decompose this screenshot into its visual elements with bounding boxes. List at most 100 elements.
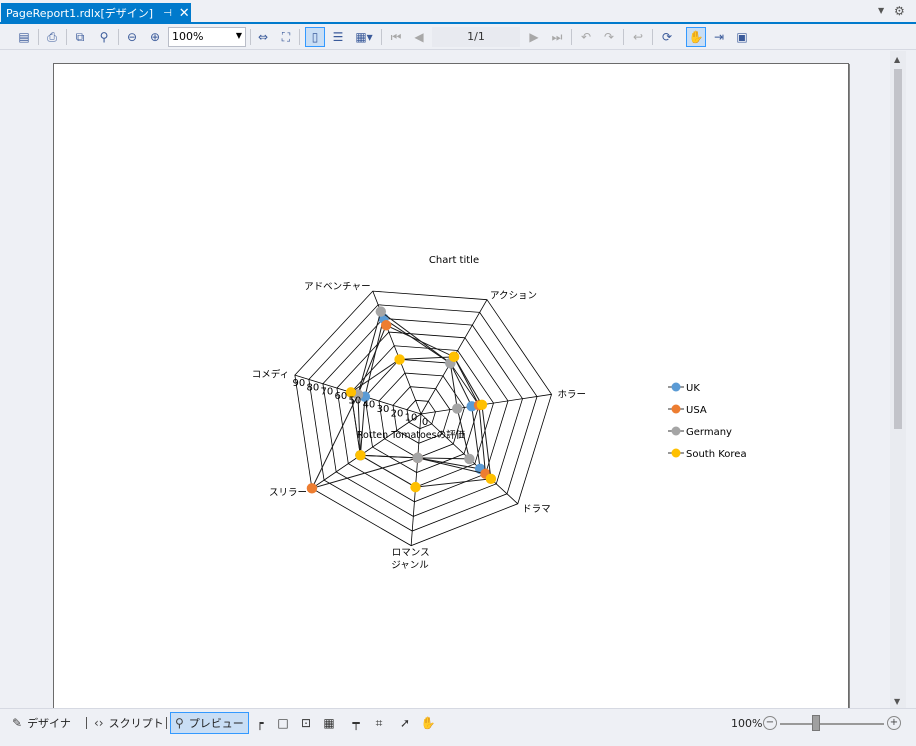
legend-label: USA	[686, 405, 707, 416]
zoom-value: 100%	[172, 30, 204, 43]
x-axis-title: ジャンル	[391, 560, 429, 571]
tab-separator	[86, 717, 87, 729]
zoom-out-icon[interactable]: ⊖	[122, 27, 142, 47]
pan-hand-icon[interactable]: ✋	[686, 27, 706, 47]
series-point	[452, 403, 463, 414]
document-tab[interactable]: PageReport1.rdlx[デザイン] ⊣ ✕	[1, 3, 191, 23]
scroll-up-icon[interactable]: ▲	[894, 55, 900, 64]
fit-page-icon[interactable]: ⛶	[276, 27, 296, 47]
forward-icon[interactable]: ↷	[599, 27, 619, 47]
script-tab[interactable]: ‹› スクリプト	[90, 712, 168, 734]
pencil-icon: ✎	[12, 716, 23, 730]
zoom-in-icon[interactable]: ⊕	[145, 27, 165, 47]
return-to-parent-icon[interactable]: ↩	[628, 27, 648, 47]
legend-label: Germany	[686, 427, 732, 438]
legend-label: South Korea	[686, 449, 747, 460]
toolbar-separator	[299, 29, 300, 45]
legend-label: UK	[686, 383, 700, 394]
scrollbar-thumb[interactable]	[894, 69, 902, 429]
pointer-icon[interactable]: ➚	[395, 713, 415, 733]
previous-page-icon[interactable]: ◀	[409, 27, 429, 47]
category-label: スリラー	[269, 488, 307, 499]
document-tab-strip: PageReport1.rdlx[デザイン] ⊣ ✕ ▼ ⚙	[0, 0, 916, 24]
radial-tick-label: 10	[405, 413, 418, 424]
radar-chart: Chart title 90 80 70 60 50 40 30 20 10 0 アクション ホラード…	[54, 64, 848, 722]
script-tab-label: スクリプト	[108, 717, 164, 730]
radial-tick-label: 30	[377, 404, 390, 415]
radial-tick-label: 60	[335, 391, 348, 402]
preview-area[interactable]: Chart title 90 80 70 60 50 40 30 20 10 0 アクション ホラード…	[0, 51, 890, 723]
radar-chart-svg: Chart title 90 80 70 60 50 40 30 20 10 0 アクションホラード…	[252, 255, 747, 571]
back-icon[interactable]: ↶	[576, 27, 596, 47]
radial-tick-label: 90	[292, 378, 305, 389]
close-icon[interactable]: ✕	[179, 6, 190, 21]
y-axis-title: Rotten Tomatoesの評価	[357, 429, 466, 441]
next-page-icon[interactable]: ▶	[524, 27, 544, 47]
report-viewer-window: PageReport1.rdlx[デザイン] ⊣ ✕ ▼ ⚙ ▤ ⎙ ⧉ ⚲ ⊖…	[0, 0, 916, 746]
zoom-slider-thumb[interactable]	[812, 715, 820, 731]
copy-icon[interactable]: ⧉	[70, 27, 90, 47]
zoom-minus-icon[interactable]: −	[763, 716, 777, 730]
snap-lines-icon[interactable]: ⌗	[369, 713, 389, 733]
tab-dropdown-icon[interactable]: ▼	[878, 6, 884, 15]
radial-tick-label: 40	[363, 400, 376, 411]
category-label: コメディ	[252, 368, 289, 380]
legend-marker	[671, 426, 681, 436]
last-page-icon[interactable]: ⏭	[547, 27, 567, 47]
selection-cursor-icon[interactable]: ⇥	[709, 27, 729, 47]
dot-grid-icon[interactable]: ⊡	[296, 713, 316, 733]
series-point	[355, 450, 366, 461]
snapshot-icon[interactable]: ▣	[732, 27, 752, 47]
radial-tick-label: 50	[349, 395, 362, 406]
fit-width-icon[interactable]: ⇔	[253, 27, 273, 47]
category-label: ドラマ	[522, 504, 551, 515]
page-indicator[interactable]: 1/1	[432, 27, 520, 47]
zoom-plus-icon[interactable]: +	[887, 716, 901, 730]
preview-tab[interactable]: ⚲ プレビュー	[170, 712, 249, 734]
multi-page-icon[interactable]: ▦▾	[351, 27, 377, 47]
toolbar-separator	[623, 29, 624, 45]
scroll-down-icon[interactable]: ▼	[894, 697, 900, 706]
series-point	[394, 354, 405, 365]
pin-icon[interactable]: ⊣	[163, 8, 172, 19]
series-point	[448, 351, 460, 363]
gear-icon[interactable]: ⚙	[894, 4, 905, 18]
line-grid-icon[interactable]: ▦	[319, 713, 339, 733]
no-grid-icon[interactable]: □	[273, 713, 293, 733]
legend-marker	[671, 382, 681, 392]
chevron-down-icon: ▼	[235, 31, 242, 40]
toolbar-separator	[118, 29, 119, 45]
toolbar-separator	[38, 29, 39, 45]
page-header-icon[interactable]: ┍	[250, 713, 270, 733]
find-icon[interactable]: ⚲	[94, 27, 114, 47]
radial-tick-label: 20	[391, 408, 404, 419]
series-point	[380, 320, 392, 331]
vertical-scrollbar[interactable]: ▲ ▼	[890, 51, 906, 708]
designer-tab-label: デザイナ	[27, 717, 71, 730]
document-map-icon[interactable]: ▤	[14, 27, 34, 47]
ruler-icon[interactable]: ┯	[346, 713, 366, 733]
toolbar-separator	[571, 29, 572, 45]
code-icon: ‹›	[94, 716, 104, 730]
single-page-icon[interactable]: ▯	[305, 27, 325, 47]
radial-tick-label: 70	[321, 387, 334, 398]
tab-separator	[166, 717, 167, 729]
refresh-icon[interactable]: ⟳	[657, 27, 677, 47]
series-point	[476, 399, 488, 411]
chart-legend: UK USA Germany South Korea	[668, 382, 747, 460]
hand-icon[interactable]: ✋	[418, 713, 438, 733]
series-point	[410, 481, 421, 493]
print-icon[interactable]: ⎙	[42, 27, 62, 47]
zoom-combobox[interactable]: 100% ▼	[168, 27, 246, 47]
designer-tab[interactable]: ✎ デザイナ	[8, 712, 75, 734]
preview-tab-label: プレビュー	[188, 717, 244, 730]
continuous-page-icon[interactable]: ☰	[328, 27, 348, 47]
first-page-icon[interactable]: ⏮	[386, 27, 406, 47]
toolbar-separator	[66, 29, 67, 45]
series-point	[306, 483, 318, 494]
toolbar-separator	[250, 29, 251, 45]
radial-tick-label: 0	[422, 417, 428, 428]
toolbar-separator	[381, 29, 382, 45]
document-tab-title: PageReport1.rdlx[デザイン]	[6, 7, 154, 20]
zoom-slider-track[interactable]	[780, 723, 884, 725]
